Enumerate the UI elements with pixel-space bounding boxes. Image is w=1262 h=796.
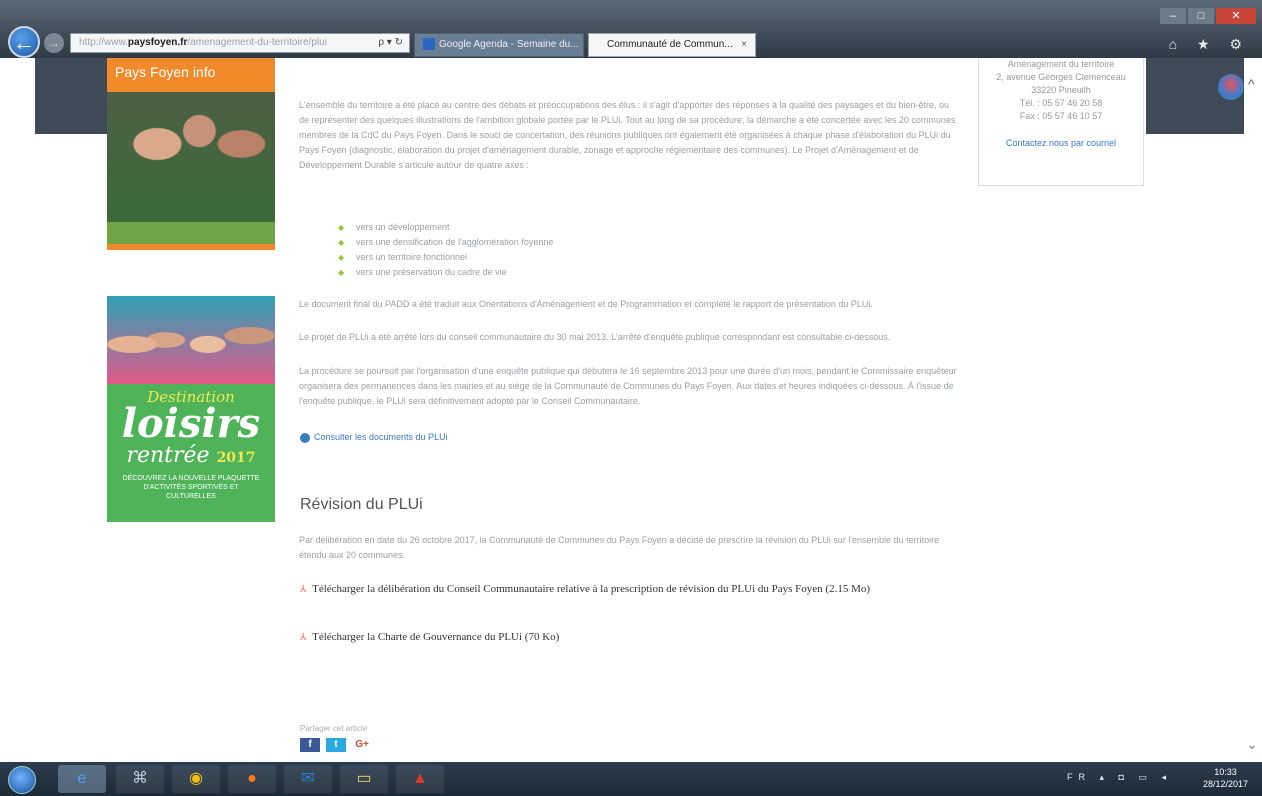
remote-desktop-icon[interactable]: ⌘ — [116, 765, 164, 793]
tab-google-agenda[interactable]: Google Agenda - Semaine du... — [414, 33, 584, 57]
download-charte-link[interactable]: ⅄ Télécharger la Charte de Gouvernance du… — [300, 630, 559, 645]
cover-footer-bar — [107, 244, 275, 250]
maximize-button[interactable]: □ — [1188, 8, 1214, 24]
contact-box: Aménagement du territoire 2, avenue Geor… — [978, 58, 1144, 186]
article-paragraph: La procédure se poursuit par l'organisat… — [299, 366, 957, 406]
address-prefix: http://www. — [79, 37, 128, 48]
google-calendar-favicon-icon — [423, 38, 435, 51]
tab-label: Communauté de Commun... — [607, 39, 733, 50]
children-group-photo — [107, 296, 275, 384]
firefox-icon[interactable]: ● — [228, 765, 276, 793]
list-item: vers une densification de l'agglomératio… — [338, 235, 553, 250]
address-path: /amenagement-du-territoire/plui — [187, 37, 327, 48]
acrobat-icon[interactable]: ▲ — [396, 765, 444, 793]
pdf-icon: ⅄ — [300, 584, 307, 595]
section-title: Révision du PLUi — [300, 496, 423, 513]
contact-line: 33220 Pineuilh — [1031, 85, 1091, 95]
language-flag-icon[interactable] — [1218, 74, 1244, 100]
poster-subtext: DÉCOUVREZ LA NOUVELLE PLAQUETTE D'ACTIVI… — [122, 475, 260, 500]
contact-phone: Tél. : 05 57 46 20 58 — [1019, 98, 1103, 108]
facebook-share-icon[interactable]: f — [300, 738, 320, 752]
scroll-up-icon[interactable]: ^ — [1248, 76, 1255, 92]
children-photo — [107, 92, 275, 222]
header-band-left — [35, 58, 107, 134]
twitter-share-icon[interactable]: t — [326, 738, 346, 752]
download-deliberation-link[interactable]: ⅄ Télécharger la délibération du Conseil … — [300, 582, 920, 597]
forward-button[interactable]: → — [44, 33, 64, 53]
address-domain: paysfoyen.fr — [127, 37, 188, 48]
pdf-icon: ⅄ — [300, 632, 307, 643]
home-favorites-settings-icon[interactable]: ⌂ ★ ⚙ — [1169, 36, 1250, 53]
internet-explorer-icon[interactable]: e — [58, 765, 106, 793]
contact-fax: Fax : 05 57 46 10 57 — [1019, 111, 1103, 121]
clock-date: 28/12/2017 — [1202, 779, 1248, 789]
share-buttons: f t G+ — [300, 738, 372, 752]
start-button-icon[interactable] — [8, 766, 36, 794]
revision-paragraph: Par délibération en date du 26 octobre 2… — [299, 535, 940, 560]
contact-line: 2, avenue Georges Clemenceau — [996, 72, 1126, 82]
poster-loisirs-text: loisirs — [121, 400, 261, 447]
folder-icon[interactable]: ▭ — [340, 765, 388, 793]
windows-taskbar: e ⌘ ◉ ● ✉ ▭ ▲ FR ▴ ◘ ▭ ◂ 10:33 28/12/201… — [0, 762, 1262, 796]
destination-loisirs-poster[interactable]: Destination loisirs rentrée 2017 DÉCOUVR… — [107, 296, 275, 522]
magazine-title: Pays Foyen info — [107, 58, 275, 92]
article-paragraph: L'ensemble du territoire a été placé au … — [299, 100, 956, 170]
contact-email-link[interactable]: Contactez nous par courriel — [979, 137, 1143, 150]
list-item: vers un développement — [338, 220, 553, 235]
article-paragraph: Le document final du PADD a été traduit … — [299, 299, 873, 309]
scroll-down-icon[interactable]: ⌄ — [1246, 736, 1258, 753]
system-tray[interactable]: FR ▴ ◘ ▭ ◂ — [1067, 772, 1172, 783]
padd-axes-list: vers un développement vers une densifica… — [338, 220, 553, 280]
googleplus-share-icon[interactable]: G+ — [352, 738, 372, 752]
magazine-cover-pays-foyen[interactable]: Pays Foyen info — [107, 58, 275, 250]
consult-documents-label: Consulter les documents du PLUi — [314, 432, 448, 442]
minimize-button[interactable]: – — [1160, 8, 1186, 24]
list-item: vers une préservation du cadre de vie — [338, 265, 553, 280]
share-label: Partager cet article — [300, 724, 368, 733]
download-label: Télécharger la Charte de Gouvernance du … — [312, 631, 560, 643]
tab-close-icon[interactable]: × — [741, 34, 747, 56]
address-search-refresh-icon[interactable]: ρ ▾ ↻ — [378, 34, 403, 52]
list-item: vers un territoire fonctionnel — [338, 250, 553, 265]
contact-line: Aménagement du territoire — [1007, 59, 1115, 69]
close-window-button[interactable]: ✕ — [1216, 8, 1256, 24]
address-bar[interactable]: http://www.paysfoyen.fr/amenagement-du-t… — [70, 33, 410, 53]
tab-label: Google Agenda - Semaine du... — [439, 39, 579, 50]
system-clock[interactable]: 10:33 28/12/2017 — [1203, 766, 1248, 790]
consult-documents-link[interactable]: Consulter les documents du PLUi — [300, 432, 448, 443]
article-paragraph: Le projet de PLUi a été arrêté lors du c… — [299, 332, 891, 342]
browser-toolbar: ← → http://www.paysfoyen.fr/amenagement-… — [0, 0, 1262, 58]
poster-rentree-text: rentrée 2017 — [107, 444, 275, 470]
download-label: Télécharger la délibération du Conseil C… — [312, 583, 871, 595]
back-button[interactable]: ← — [8, 26, 40, 58]
window-controls: – □ ✕ — [1160, 8, 1256, 24]
outlook-icon[interactable]: ✉ — [284, 765, 332, 793]
clock-time: 10:33 — [1214, 767, 1237, 777]
tab-communaute[interactable]: Communauté de Commun... × — [588, 33, 756, 57]
poster-year: 2017 — [216, 450, 256, 466]
chrome-icon[interactable]: ◉ — [172, 765, 220, 793]
info-icon — [300, 432, 310, 443]
poster-rentree-word: rentrée — [126, 443, 210, 468]
